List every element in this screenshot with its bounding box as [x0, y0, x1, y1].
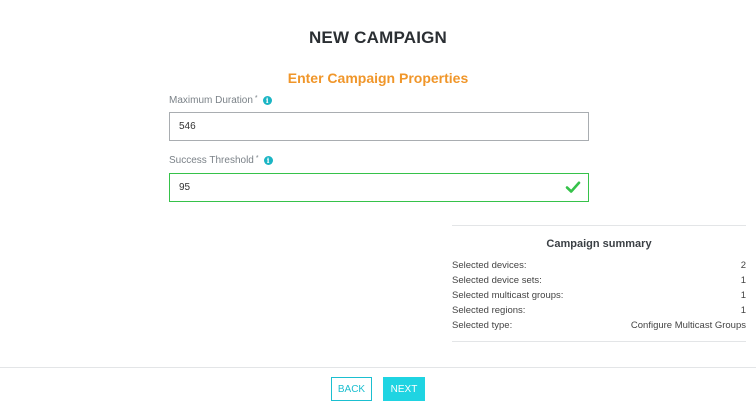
summary-row-label: Selected multicast groups: [452, 290, 564, 301]
footer-divider [0, 367, 756, 368]
summary-row-value: 1 [740, 305, 746, 316]
success-threshold-label: Success Threshold * i [169, 155, 273, 166]
summary-row-value: 1 [740, 275, 746, 286]
check-icon [565, 181, 581, 193]
summary-row: Selected type: Configure Multicast Group… [452, 318, 746, 333]
summary-row: Selected regions: 1 [452, 303, 746, 318]
maximum-duration-label-text: Maximum Duration [169, 95, 253, 106]
summary-row-label: Selected device sets: [452, 275, 542, 286]
summary-row-label: Selected regions: [452, 305, 526, 316]
maximum-duration-input[interactable] [169, 112, 589, 141]
summary-row: Selected device sets: 1 [452, 273, 746, 288]
summary-row-label: Selected type: [452, 320, 513, 331]
summary-row: Selected devices: 2 [452, 258, 746, 273]
info-icon[interactable]: i [263, 156, 273, 165]
required-mark: * [255, 155, 259, 162]
campaign-summary: Campaign summary Selected devices: 2 Sel… [452, 225, 746, 342]
success-threshold-input[interactable] [169, 173, 589, 202]
next-button[interactable]: NEXT [383, 377, 425, 401]
summary-row-label: Selected devices: [452, 260, 527, 271]
back-button[interactable]: BACK [331, 377, 372, 401]
summary-row-value: 1 [740, 290, 746, 301]
summary-title: Campaign summary [546, 238, 652, 250]
maximum-duration-label: Maximum Duration * i [169, 95, 272, 106]
section-title: Enter Campaign Properties [287, 70, 469, 86]
page-title: NEW CAMPAIGN [308, 28, 448, 47]
required-mark: * [254, 95, 258, 102]
summary-row-value: 2 [740, 260, 746, 271]
success-threshold-label-text: Success Threshold [169, 155, 254, 166]
info-icon[interactable]: i [262, 96, 272, 105]
summary-row-value: Configure Multicast Groups [630, 320, 746, 331]
summary-row: Selected multicast groups: 1 [452, 288, 746, 303]
